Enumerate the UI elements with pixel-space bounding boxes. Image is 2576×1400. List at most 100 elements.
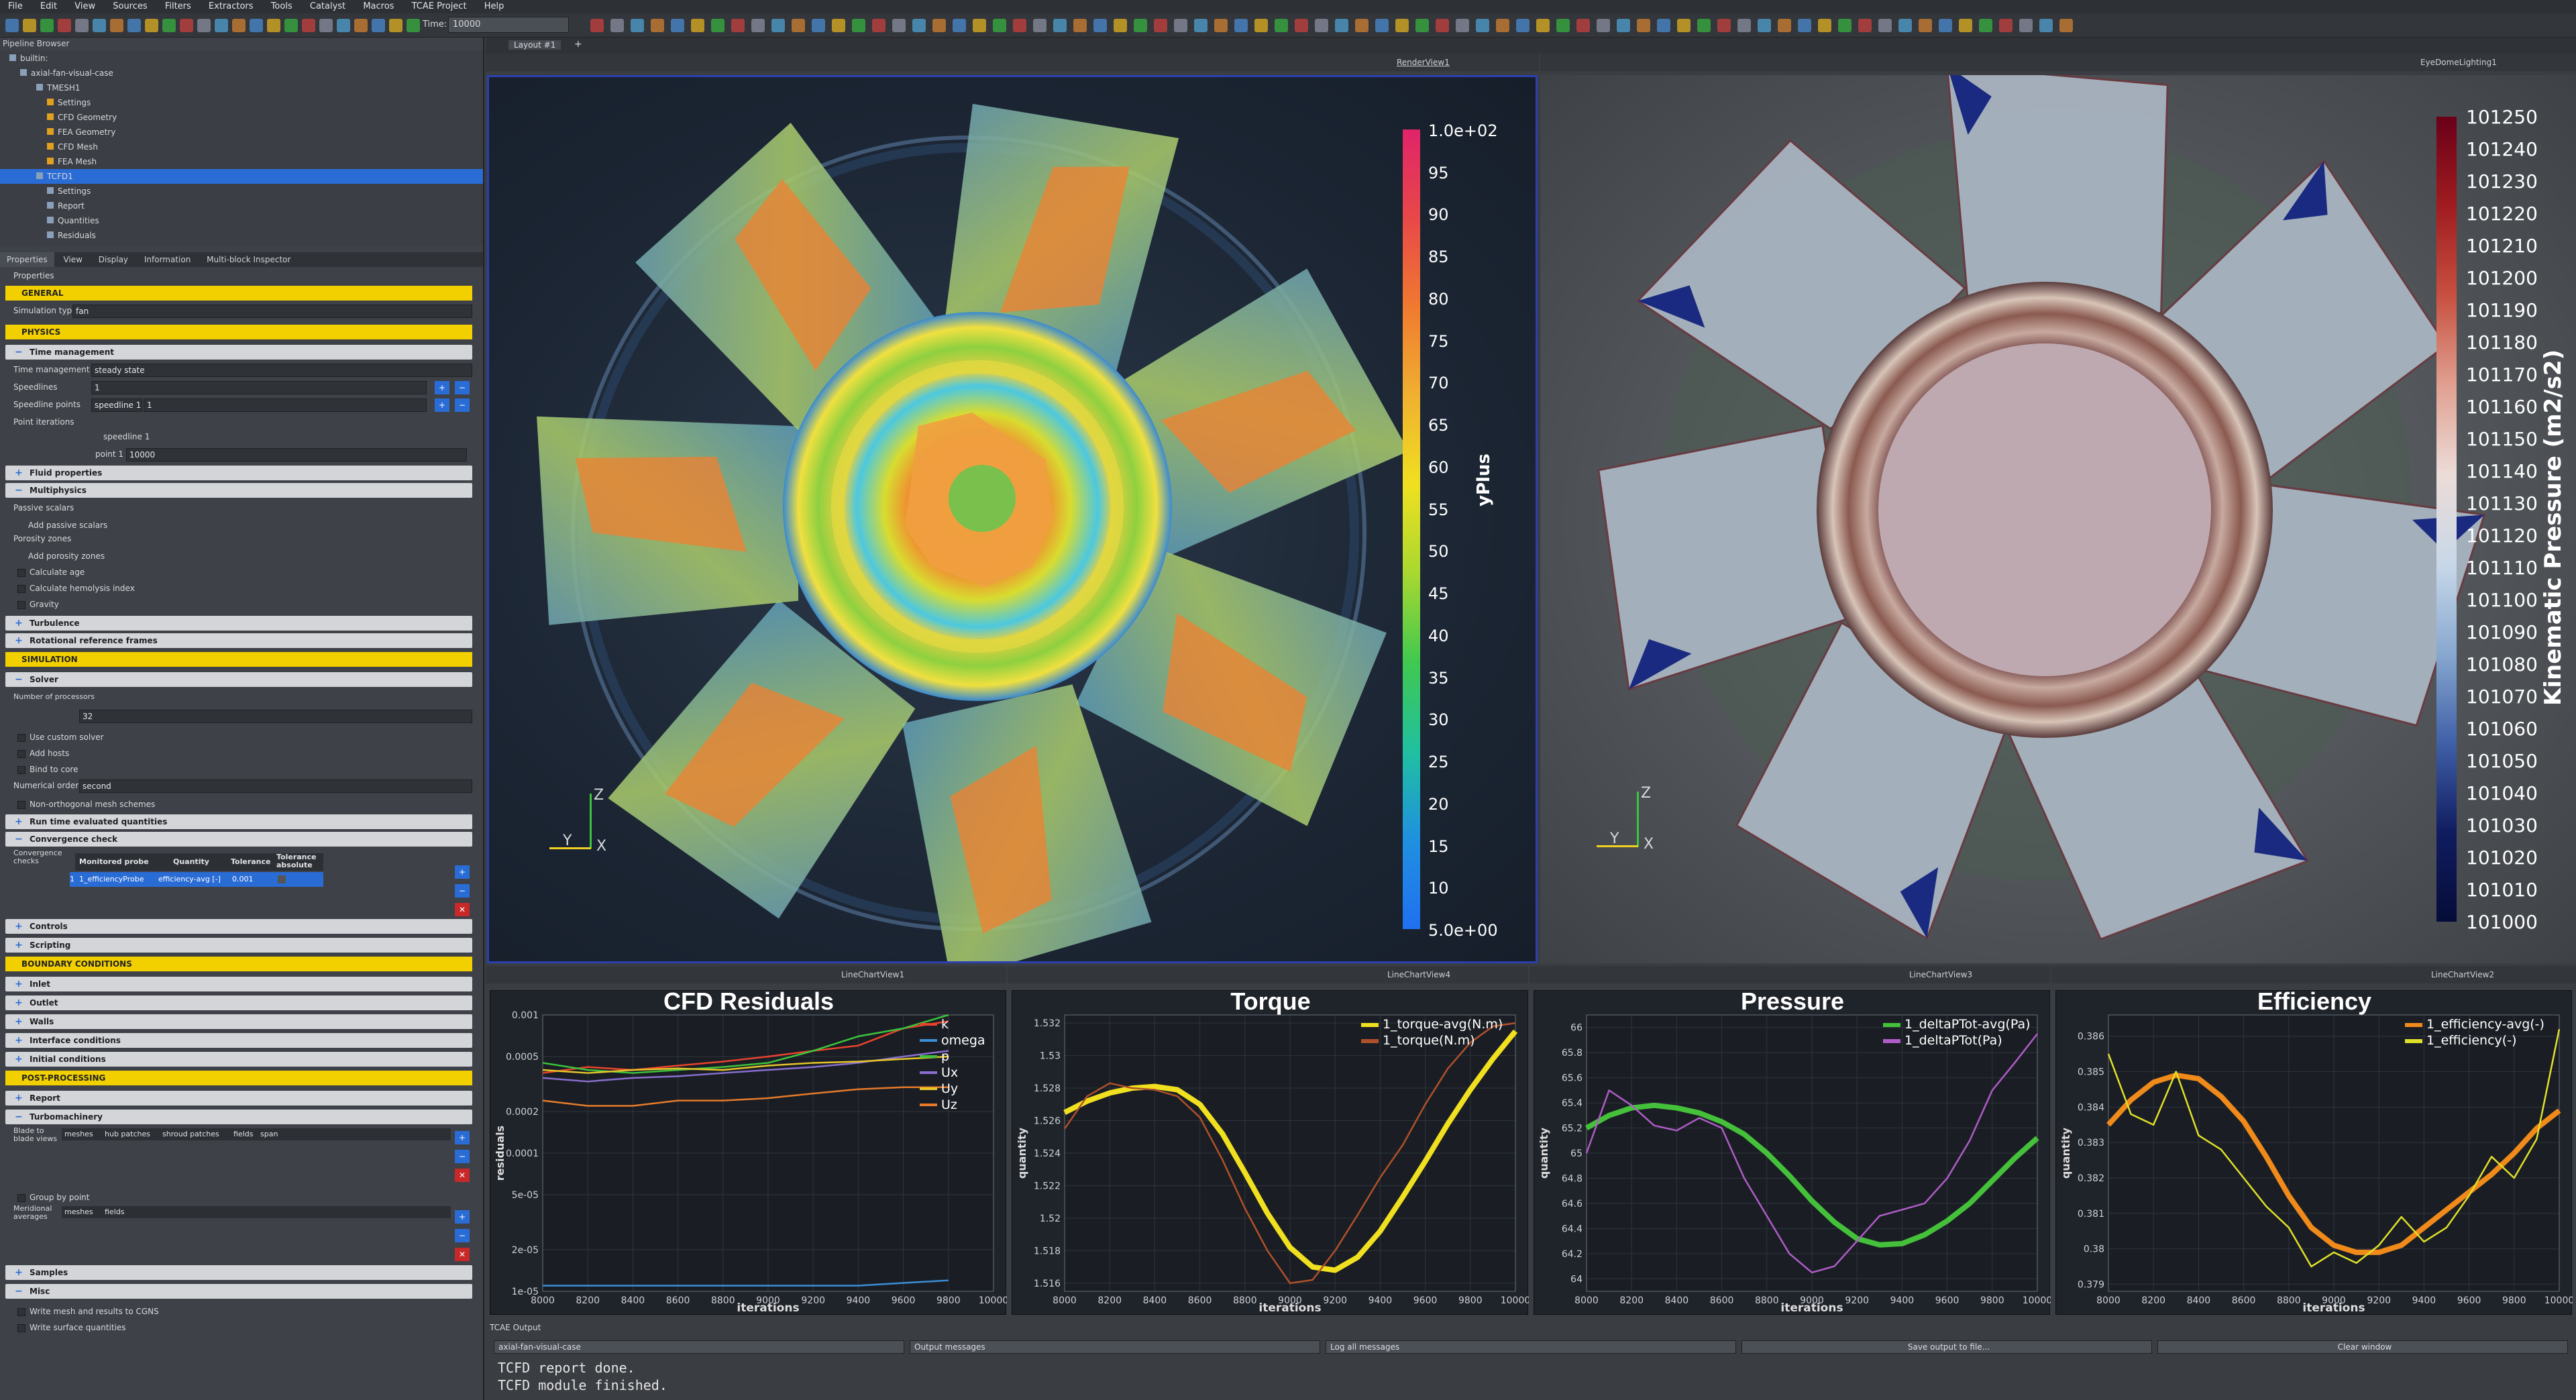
write-cgns-checkbox[interactable]: Write mesh and results to CGNS bbox=[5, 1304, 472, 1319]
pipeline-item[interactable]: Settings bbox=[0, 95, 483, 110]
toolbar-button-icon[interactable] bbox=[1315, 19, 1328, 32]
toolbar-button-icon[interactable] bbox=[1496, 19, 1509, 32]
toolbar-button-icon[interactable] bbox=[110, 19, 123, 32]
toolbar-button-icon[interactable] bbox=[812, 19, 825, 32]
toolbar-button-icon[interactable] bbox=[93, 19, 106, 32]
pipeline-item[interactable]: TCFD1 bbox=[0, 169, 483, 184]
toolbar-button-icon[interactable] bbox=[1214, 19, 1228, 32]
toolbar-button-icon[interactable] bbox=[1053, 19, 1067, 32]
toolbar-button-icon[interactable] bbox=[1154, 19, 1167, 32]
calc-hemolysis-checkbox[interactable]: Calculate hemolysis index bbox=[5, 581, 472, 596]
group-samples[interactable]: + Samples bbox=[5, 1265, 472, 1280]
menu-macros[interactable]: Macros bbox=[363, 1, 394, 11]
tab-display[interactable]: Display bbox=[92, 252, 135, 267]
menu-edit[interactable]: Edit bbox=[40, 1, 57, 11]
toolbar-button-icon[interactable] bbox=[1335, 19, 1348, 32]
toolbar-button-icon[interactable] bbox=[590, 19, 604, 32]
chart-torque[interactable]: Torque iterations quantity 8000 8200 8400 8600… bbox=[1012, 990, 1529, 1315]
tab-information[interactable]: Information bbox=[138, 252, 197, 267]
toolbar-button-icon[interactable] bbox=[1919, 19, 1932, 32]
group-controls[interactable]: + Controls bbox=[5, 919, 472, 934]
toolbar-button-icon[interactable] bbox=[892, 19, 906, 32]
group-turbulence[interactable]: + Turbulence bbox=[5, 616, 472, 631]
gravity-checkbox[interactable]: Gravity bbox=[5, 597, 472, 612]
pipeline-item[interactable]: TMESH1 bbox=[0, 80, 483, 95]
toolbar-button-icon[interactable] bbox=[1717, 19, 1731, 32]
toolbar-button-icon[interactable] bbox=[1939, 19, 1952, 32]
output-filter-select[interactable]: Output messages bbox=[910, 1340, 1320, 1354]
pipeline-item[interactable]: Settings bbox=[0, 184, 483, 199]
num-proc-input[interactable]: 32 bbox=[79, 710, 472, 723]
toolbar-button-icon[interactable] bbox=[1174, 19, 1187, 32]
add-icon[interactable]: + bbox=[435, 398, 449, 412]
point1-input[interactable]: 10000 bbox=[126, 448, 467, 462]
custom-solver-checkbox[interactable]: Use custom solver bbox=[5, 730, 472, 745]
toolbar-button-icon[interactable] bbox=[197, 19, 211, 32]
group-inlet[interactable]: + Inlet bbox=[5, 977, 472, 991]
toolbar-button-icon[interactable] bbox=[610, 19, 624, 32]
toolbar-button-icon[interactable] bbox=[284, 19, 298, 32]
toolbar-button-icon[interactable] bbox=[1657, 19, 1670, 32]
tab-layout-1[interactable]: Layout #1 bbox=[508, 40, 561, 50]
remove-icon[interactable]: − bbox=[455, 1150, 470, 1163]
toolbar-button-icon[interactable] bbox=[337, 19, 350, 32]
toolbar-button-icon[interactable] bbox=[631, 19, 644, 32]
toolbar-button-icon[interactable] bbox=[1295, 19, 1308, 32]
toolbar-button-icon[interactable] bbox=[1073, 19, 1087, 32]
toolbar-button-icon[interactable] bbox=[711, 19, 724, 32]
delete-icon[interactable]: ✕ bbox=[455, 1248, 470, 1261]
menu-extractors[interactable]: Extractors bbox=[209, 1, 254, 11]
tab-properties[interactable]: Properties bbox=[0, 252, 54, 267]
add-icon[interactable]: + bbox=[435, 381, 449, 394]
toolbar-button-icon[interactable] bbox=[1033, 19, 1046, 32]
time-mgmt-select[interactable]: steady state bbox=[91, 364, 472, 377]
conv-table-row[interactable]: 1 1_efficiencyProbe efficiency-avg [-] 0… bbox=[70, 872, 323, 887]
toolbar-button-icon[interactable] bbox=[2019, 19, 2033, 32]
toolbar-button-icon[interactable] bbox=[267, 19, 280, 32]
remove-icon[interactable]: − bbox=[455, 884, 470, 898]
group-report[interactable]: + Report bbox=[5, 1091, 472, 1106]
speedlines-input[interactable]: 1 bbox=[91, 381, 427, 394]
section-post[interactable]: POST-PROCESSING bbox=[5, 1071, 472, 1085]
time-input[interactable]: 10000 bbox=[448, 17, 569, 33]
toolbar-button-icon[interactable] bbox=[1556, 19, 1570, 32]
tab-view[interactable]: View bbox=[56, 252, 89, 267]
toolbar-button-icon[interactable] bbox=[127, 19, 141, 32]
toolbar-button-icon[interactable] bbox=[1617, 19, 1630, 32]
group-time-management[interactable]: − Time management bbox=[5, 345, 472, 360]
toolbar-button-icon[interactable] bbox=[1737, 19, 1751, 32]
speedline-points-value[interactable]: 1 bbox=[144, 398, 427, 412]
toolbar-button-icon[interactable] bbox=[1395, 19, 1409, 32]
toolbar-button-icon[interactable] bbox=[1858, 19, 1872, 32]
add-hosts-checkbox[interactable]: Add hosts bbox=[5, 746, 472, 761]
toolbar-button-icon[interactable] bbox=[993, 19, 1006, 32]
pipeline-item[interactable]: CFD Geometry bbox=[0, 110, 483, 125]
group-runtime[interactable]: + Run time evaluated quantities bbox=[5, 814, 472, 829]
render-view-yplus[interactable]: 1.0e+02 95 90 85 80 75 70 65 60 55 50 45 40 35 30 25 20 1… bbox=[487, 75, 1538, 963]
toolbar-button-icon[interactable] bbox=[23, 19, 36, 32]
toolbar-button-icon[interactable] bbox=[2039, 19, 2053, 32]
toolbar-button-icon[interactable] bbox=[1355, 19, 1368, 32]
toolbar-button-icon[interactable] bbox=[731, 19, 745, 32]
toolbar-button-icon[interactable] bbox=[40, 19, 54, 32]
toolbar-button-icon[interactable] bbox=[1516, 19, 1529, 32]
toolbar-button-icon[interactable] bbox=[1576, 19, 1590, 32]
toolbar-button-icon[interactable] bbox=[1436, 19, 1449, 32]
remove-icon[interactable]: − bbox=[455, 381, 470, 394]
toolbar-button-icon[interactable] bbox=[973, 19, 986, 32]
toolbar-button-icon[interactable] bbox=[2059, 19, 2073, 32]
group-initial[interactable]: + Initial conditions bbox=[5, 1052, 472, 1067]
output-log-mode-select[interactable]: Log all messages bbox=[1326, 1340, 1736, 1354]
group-turbomachinery[interactable]: − Turbomachinery bbox=[5, 1110, 472, 1124]
menu-tools[interactable]: Tools bbox=[271, 1, 292, 11]
add-icon[interactable]: + bbox=[455, 1210, 470, 1224]
toolbar-button-icon[interactable] bbox=[354, 19, 368, 32]
pipeline-item[interactable]: Quantities bbox=[0, 213, 483, 228]
chart-efficiency[interactable]: Efficiency iterations quantity 8000 8200 8400… bbox=[2055, 990, 2573, 1315]
remove-icon[interactable]: − bbox=[455, 1229, 470, 1242]
toolbar-button-icon[interactable] bbox=[1275, 19, 1288, 32]
num-order-select[interactable]: second bbox=[79, 779, 472, 793]
menu-file[interactable]: File bbox=[8, 1, 23, 11]
toolbar-button-icon[interactable] bbox=[832, 19, 845, 32]
group-rotational[interactable]: + Rotational reference frames bbox=[5, 633, 472, 648]
